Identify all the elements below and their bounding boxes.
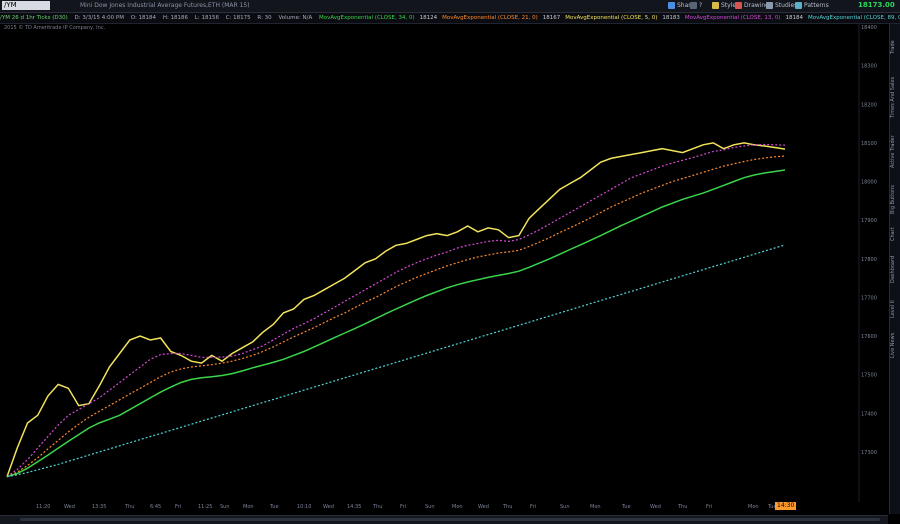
x-tick-label: Thu [125,504,135,510]
sidebar-tab-big-buttons[interactable]: Big Buttons [890,178,900,222]
x-tick-label: Fri [400,504,406,510]
bar-low: L: 18156 [194,15,219,21]
x-tick-label: Tue [622,504,631,510]
x-tick-label: Thu [373,504,383,510]
last-price: 18173.00 [858,1,895,9]
sidebar-tab-active-trader[interactable]: Active Trader [890,129,900,175]
x-tick-label: Fri [175,504,181,510]
x-tick-label: Wed [650,504,661,510]
price-chart[interactable]: 17300 17400 17500 17600 17700 17800 17900 18000… [0,24,888,502]
series-line-4[interactable] [6,244,786,478]
x-tick-label: Thu [503,504,513,510]
x-tick-label: Thu [678,504,688,510]
x-tick-label: Wed [64,504,75,510]
toolbar-label: Style [721,2,737,9]
sidebar-tab-live-news[interactable]: Live News [890,327,900,363]
x-tick-label: Mon [590,504,601,510]
y-tick-label: 17800 [861,257,877,263]
sidebar-tab-level-ii[interactable]: Level II [890,294,900,324]
x-tick-label: Fri [706,504,712,510]
x-tick-label: 11:25 [198,504,213,510]
x-tick-label: Mon [243,504,254,510]
bar-close: C: 18175 [225,15,251,21]
toolbar-label: ? [699,2,703,9]
bar-date: D: 3/3/15 4:00 PM [74,15,124,21]
y-tick-label: 17600 [861,334,877,340]
bar-open: O: 18184 [130,15,157,21]
studies-button[interactable]: Studies [766,1,797,10]
study-label[interactable]: MovAvgExponential (CLOSE, 13, 0) [685,15,781,21]
info-bar: /YM 26 d 1hr Ticks (D30) D: 3/3/15 4:00 … [0,13,900,24]
scrollbar-thumb[interactable] [20,518,880,521]
bar-range: R: 30 [257,15,272,21]
style-icon [712,2,719,9]
y-tick-label: 18400 [861,25,877,31]
series-line-3[interactable] [6,169,786,478]
y-tick-label: 17900 [861,218,877,224]
sidebar-tab-dashboard[interactable]: Dashboard [890,247,900,291]
x-tick-label: 14:35 [347,504,362,510]
chart-header: /YM 26 d 1hr Ticks (D30) [0,15,68,21]
series-line-1[interactable] [6,143,786,478]
y-tick-label: 17700 [861,295,877,301]
toolbar-label: Patterns [804,2,829,9]
study-value: 18184 [785,15,803,21]
sidebar-tab-chart[interactable]: Chart [890,224,900,244]
bar-high: H: 18186 [162,15,189,21]
study-value: 18124 [419,15,438,21]
x-tick-label: 11:20 [36,504,51,510]
symbol-description: Mini Dow Jones Industrial Average Future… [80,2,250,9]
study-label[interactable]: MovAvgExponential (CLOSE, 5, 0) [565,15,657,21]
x-tick-label: 6:45 [150,504,162,510]
x-tick-label: Mon [452,504,463,510]
y-tick-label: 17500 [861,373,877,379]
current-time-badge: 14:30 [775,502,797,510]
right-sidebar: Trade Times And Sales Active Trader Big But… [889,24,900,514]
x-tick-label: Fri [530,504,536,510]
y-tick-label: 18100 [861,141,877,147]
y-tick-label: 17300 [861,450,877,456]
x-tick-label: Sun [560,504,570,510]
patterns-button[interactable]: Patterns [795,1,829,10]
x-tick-label: Tue [270,504,279,510]
drawings-icon [735,2,742,9]
y-tick-label: 18000 [861,180,877,186]
help-icon [690,2,697,9]
bar-volume: Volume: N/A [278,15,313,21]
x-tick-label: Sun [220,504,230,510]
symbol-input[interactable]: /YM [2,1,50,10]
copyright-text: 2015 © TD Ameritrade IP Company, Inc. [4,25,106,31]
sidebar-tab-times-and-sales[interactable]: Times And Sales [890,68,900,126]
patterns-icon [795,2,802,9]
y-tick-label: 18300 [861,64,877,70]
study-label[interactable]: MovAvgExponential (CLOSE, 34, 0) [319,15,415,21]
x-tick-label: Wed [323,504,334,510]
y-tick-label: 17400 [861,411,877,417]
x-tick-label: Mon [748,504,759,510]
share-icon [668,2,675,9]
sidebar-tab-trade[interactable]: Trade [890,28,900,66]
x-tick-label: Wed [478,504,489,510]
y-tick-label: 18200 [861,102,877,108]
study-label[interactable]: MovAvgExponential (CLOSE, 89, 0) [808,15,900,21]
study-value: 18183 [662,15,680,21]
x-tick-label: 13:35 [92,504,107,510]
x-tick-label: Sun [425,504,435,510]
studies-icon [766,2,773,9]
x-tick-label: 10:10 [297,504,312,510]
toolbar-label: Studies [775,2,798,9]
style-button[interactable]: Style [712,1,736,10]
time-axis: 11:20 Wed 13:35 Thu 6:45 Fri 11:25 Sun Mon Tue 10:… [0,502,860,516]
toolbar: /YM Mini Dow Jones Industrial Average Fu… [0,0,900,13]
study-value: 18167 [542,15,561,21]
help-button[interactable]: ? [690,1,702,10]
study-label[interactable]: MovAvgExponential (CLOSE, 21, 0) [442,15,538,21]
